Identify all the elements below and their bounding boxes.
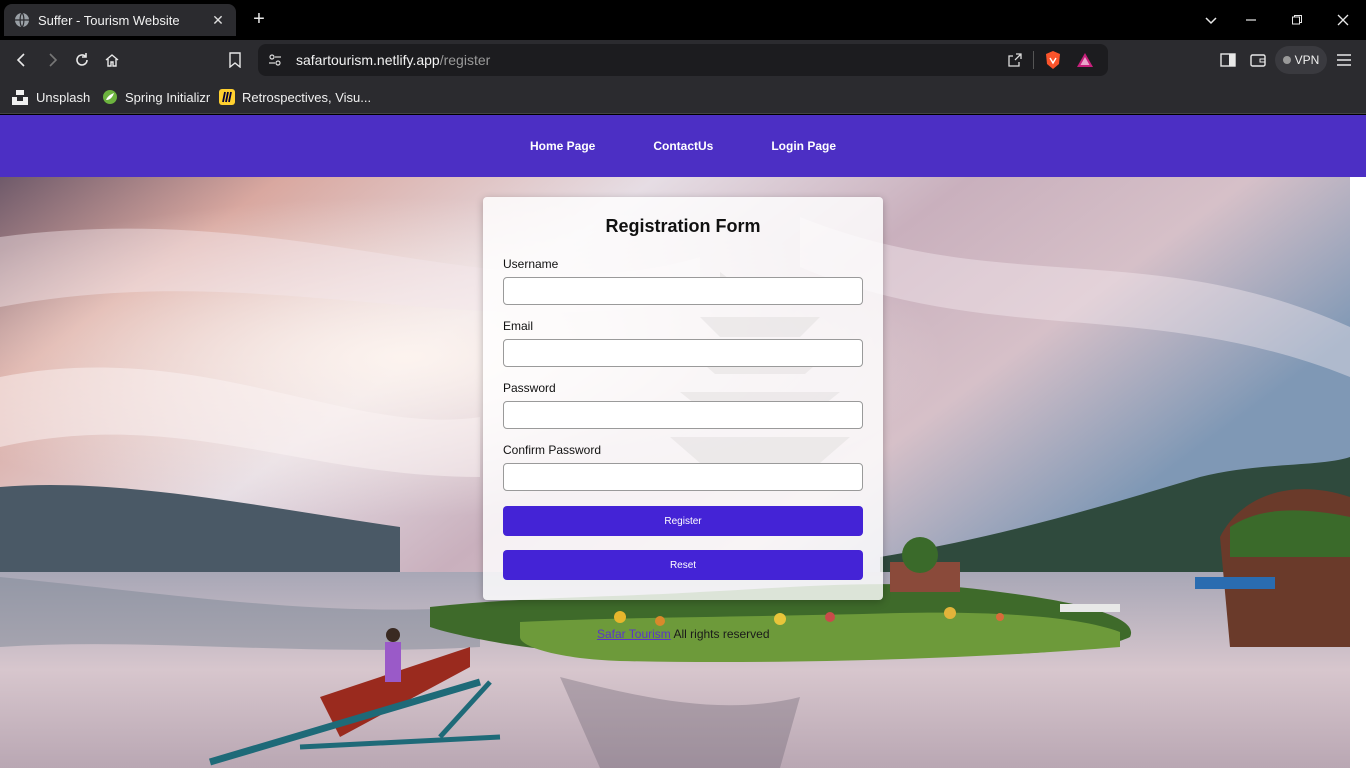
bookmark-label: Retrospectives, Visu... [242,89,372,105]
forward-icon[interactable] [40,48,64,72]
registration-form: Registration Form Username Email Passwor… [483,197,883,600]
bookmark-unsplash[interactable]: Unsplash [11,86,90,108]
tab-bar: Suffer - Tourism Website ✕ + [0,0,1366,40]
url-host: safartourism.netlify.app [296,52,440,68]
confirm-password-label: Confirm Password [503,443,602,457]
confirm-password-input[interactable] [503,463,863,491]
bookmark-miro[interactable]: Retrospectives, Visu... [219,86,371,108]
password-input[interactable] [503,401,863,429]
vpn-status-icon [1282,56,1291,64]
top-navbar: Home Page ContactUs Login Page [0,115,1366,177]
nav-home-link[interactable]: Home Page [501,139,624,153]
footer-rights-text: All rights reserved [670,627,770,641]
unsplash-icon [12,90,28,105]
page-scrollbar[interactable] [1350,177,1366,768]
username-input[interactable] [503,277,863,305]
bookmark-icon[interactable] [223,48,247,72]
back-icon[interactable] [10,48,34,72]
register-button[interactable]: Register [503,506,863,536]
home-icon[interactable] [100,48,124,72]
miro-icon [219,89,235,105]
nav-login-link[interactable]: Login Page [742,139,865,153]
tab-title: Suffer - Tourism Website [38,12,180,28]
spring-icon [103,90,117,104]
site-info-icon[interactable] [268,53,282,67]
url-path: /register [439,52,491,68]
browser-tab[interactable]: Suffer - Tourism Website ✕ [4,4,236,36]
email-label: Email [503,319,534,333]
vpn-button[interactable]: VPN [1275,46,1327,74]
form-title: Registration Form [605,216,761,236]
new-tab-icon[interactable]: + [248,8,270,30]
username-label: Username [503,257,559,271]
web-page: Home Page ContactUs Login Page Registrat… [0,115,1366,768]
browser-toolbar: safartourism.netlify.app/register VPN [0,40,1366,80]
address-bar[interactable]: safartourism.netlify.app/register [258,44,1108,76]
wallet-icon[interactable] [1246,48,1270,72]
email-input[interactable] [503,339,863,367]
close-tab-icon[interactable]: ✕ [210,12,226,29]
bookmark-spring[interactable]: Spring Initializr [102,86,210,108]
sidebar-icon[interactable] [1216,48,1240,72]
footer: Safar Tourism All rights reserved [597,627,770,641]
minimize-icon[interactable] [1228,0,1274,40]
nav-contact-link[interactable]: ContactUs [624,139,742,153]
menu-icon[interactable] [1332,48,1356,72]
globe-icon [15,12,29,28]
bookmark-label: Spring Initializr [125,89,211,105]
bookmarks-bar: Unsplash Spring Initializr Retrospective… [0,80,1366,114]
reset-button[interactable]: Reset [503,550,863,580]
close-window-icon[interactable] [1320,0,1366,40]
brave-shield-icon[interactable] [1044,50,1062,70]
password-label: Password [503,381,556,395]
brave-rewards-icon[interactable] [1076,52,1094,68]
share-icon[interactable] [1007,52,1023,68]
restore-icon[interactable] [1274,0,1320,40]
reload-icon[interactable] [70,48,94,72]
vpn-label: VPN [1294,53,1320,67]
bookmark-label: Unsplash [36,89,91,105]
footer-brand-link[interactable]: Safar Tourism [597,627,671,641]
